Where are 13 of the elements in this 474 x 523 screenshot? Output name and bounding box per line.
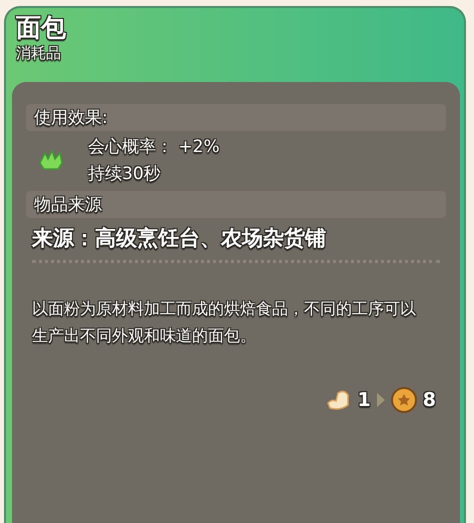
section-heading: 使用效果:	[26, 104, 446, 131]
description-text: 以面粉为原材料加工而成的烘焙食品，不同的工序可以生产出不同外观和味道的面包。	[32, 298, 417, 348]
effect-text: 持续30秒	[88, 163, 162, 185]
bread-icon	[326, 389, 352, 412]
coin-count: 8	[422, 389, 436, 412]
arrow-icon	[376, 393, 385, 408]
item-category: 消耗品	[16, 44, 62, 62]
section-heading: 物品来源	[26, 191, 446, 218]
source-text: 来源：高级烹饪台、农场杂货铺	[30, 225, 327, 252]
item-count: 1	[358, 389, 371, 412]
item-name: 面包	[16, 14, 67, 42]
effect-text: 会心概率： +2%	[88, 136, 220, 158]
coin-icon	[390, 387, 417, 414]
